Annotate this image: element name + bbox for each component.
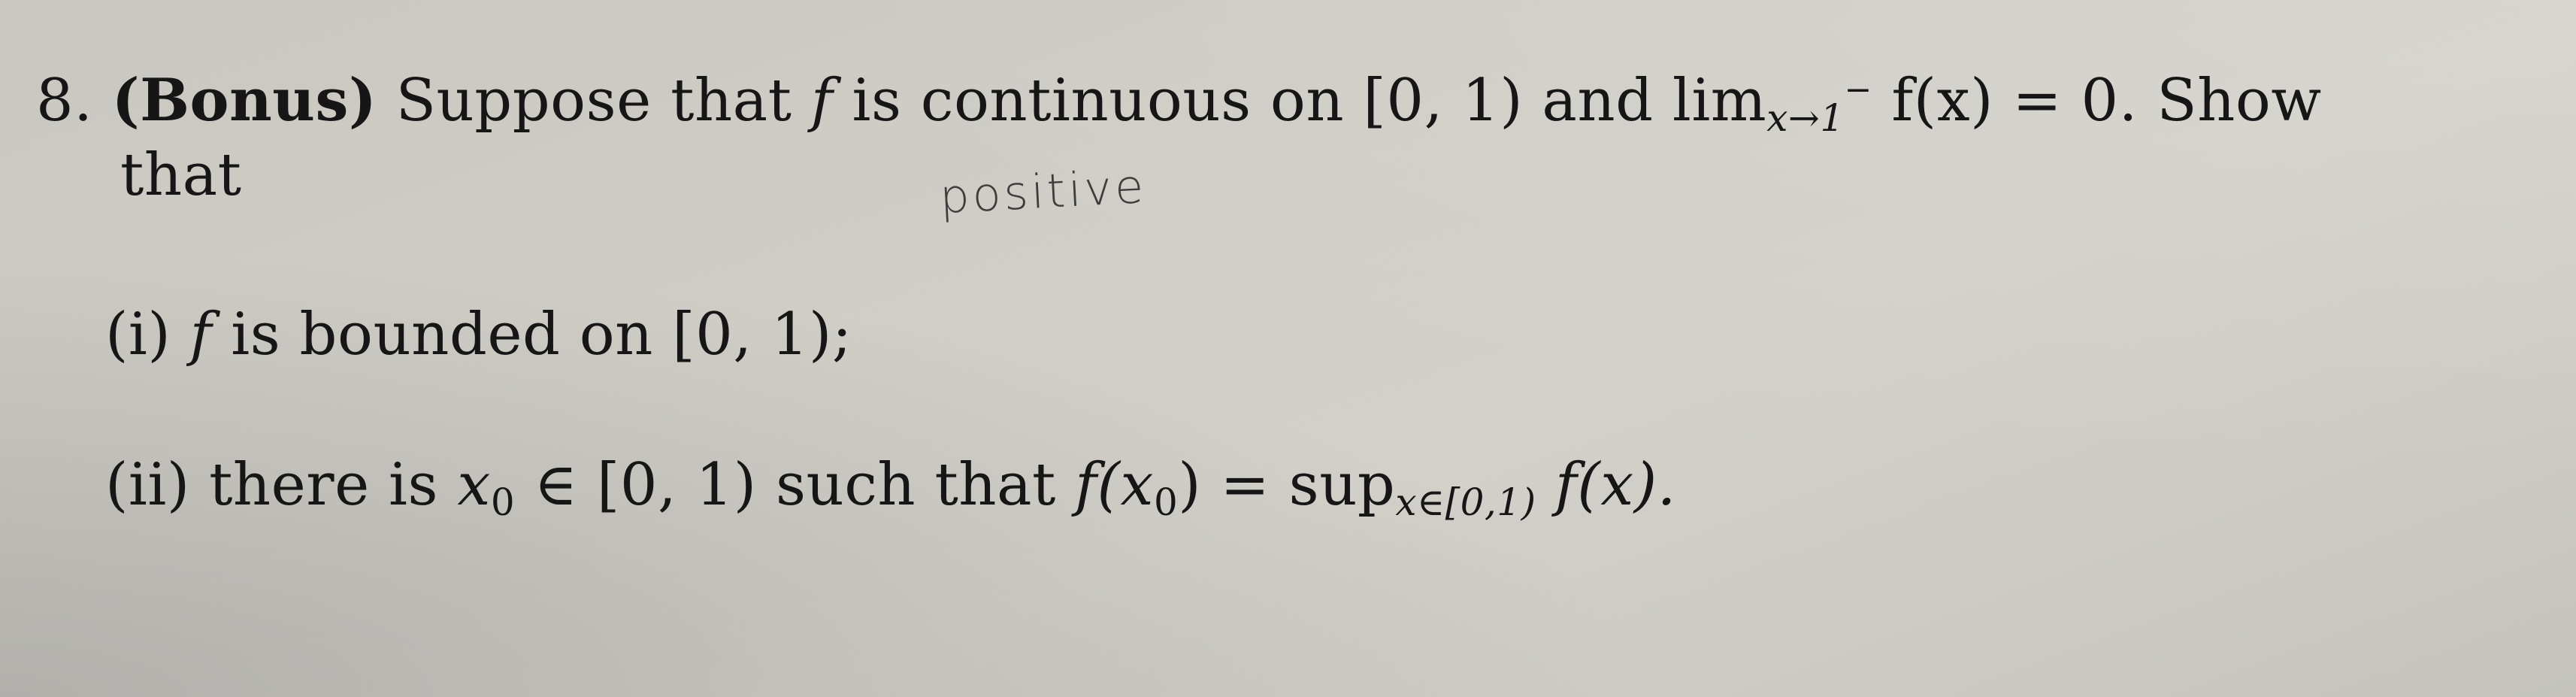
bonus-tag: (Bonus) xyxy=(111,66,377,135)
problem-number: 8. xyxy=(36,67,93,135)
handwritten-annotation: positive xyxy=(938,158,1148,225)
intro-text-b: is continuous on [0, 1) and lim xyxy=(852,67,1767,135)
f-x0-subscript: 0 xyxy=(1153,480,1179,524)
problem-statement-line-2: that xyxy=(120,141,241,209)
intro-text-a: Suppose that xyxy=(395,67,792,135)
x0-symbol: x xyxy=(457,451,491,519)
problem-statement-line-1: 8. (Bonus) Suppose that f is continuous … xyxy=(36,66,2322,140)
limit-subscript: x→1 xyxy=(1766,96,1845,140)
part-i-label: (i) xyxy=(105,301,171,368)
x0-subscript: 0 xyxy=(490,480,516,524)
limit-superscript: − xyxy=(1844,71,1873,109)
sup-expression: = sup xyxy=(1220,451,1396,519)
part-ii: (ii) there is x0 ∈ [0, 1) such that f(x0… xyxy=(105,451,1676,524)
function-symbol: f xyxy=(810,67,834,135)
sup-subscript: x∈[0,1) xyxy=(1395,480,1536,524)
part-ii-text-b: ∈ [0, 1) such that xyxy=(534,451,1056,519)
part-i-function-symbol: f xyxy=(189,301,212,368)
f-x0-open: f(x xyxy=(1075,451,1154,519)
part-ii-text-a: there is xyxy=(209,451,439,519)
intro-text-d: that xyxy=(120,141,242,209)
f-x-tail: f(x). xyxy=(1554,451,1676,519)
part-ii-label: (ii) xyxy=(105,451,190,519)
part-i-text: is bounded on [0, 1); xyxy=(231,301,852,368)
part-i: (i) f is bounded on [0, 1); xyxy=(105,301,852,368)
intro-text-c: f(x) = 0. Show xyxy=(1891,67,2322,135)
f-x0-close: ) xyxy=(1178,451,1202,519)
